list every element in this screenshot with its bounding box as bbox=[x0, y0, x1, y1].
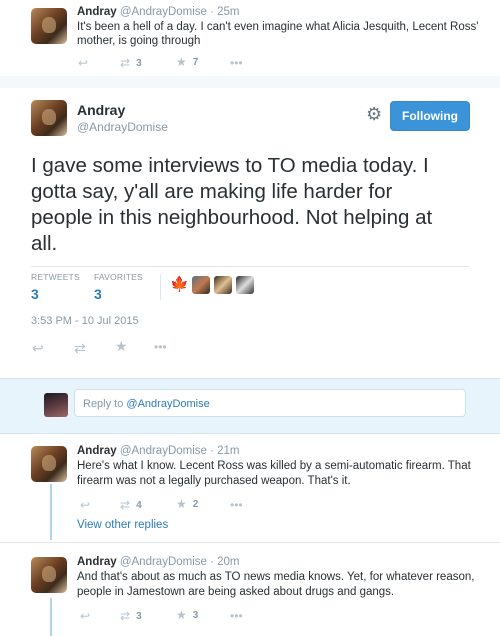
favoriter-avatar[interactable] bbox=[236, 276, 254, 294]
more-button[interactable]: ••• bbox=[230, 498, 243, 512]
settings-gear-icon[interactable]: ⚙ bbox=[366, 104, 382, 125]
tweet-text-line: people in this neighbourhood. Not helpin… bbox=[31, 206, 433, 229]
reply-icon: ↩ bbox=[80, 498, 91, 512]
following-button[interactable]: Following bbox=[390, 101, 470, 131]
author-handle-time[interactable]: @AndrayDomise · 25m bbox=[120, 6, 240, 18]
tweet-text-line: And that's about as much as TO news medi… bbox=[77, 571, 475, 583]
retweet-count: 4 bbox=[136, 499, 142, 511]
retweet-icon: ⇄ bbox=[120, 56, 131, 70]
previous-tweet[interactable]: Andray @AndrayDomise · 25m It's been a h… bbox=[0, 0, 500, 76]
favorites-label: FAVORITES bbox=[94, 272, 143, 282]
retweet-icon: ⇄ bbox=[120, 498, 131, 512]
author-handle-time[interactable]: @AndrayDomise · 21m bbox=[120, 445, 240, 457]
author-name[interactable]: Andray bbox=[77, 445, 117, 457]
more-icon: ••• bbox=[154, 340, 167, 354]
avatar[interactable] bbox=[31, 100, 67, 136]
reply-tweet[interactable]: Andray @AndrayDomise · 21m Here's what I… bbox=[0, 432, 500, 542]
divider bbox=[31, 266, 469, 267]
current-user-avatar bbox=[44, 393, 68, 417]
avatar[interactable] bbox=[31, 557, 67, 593]
author-handle[interactable]: @AndrayDomise bbox=[77, 120, 168, 134]
author-name[interactable]: Andray bbox=[77, 6, 117, 18]
retweet-button[interactable]: ⇄ 4 bbox=[120, 498, 142, 512]
main-tweet: Andray @AndrayDomise ⚙ Following I gave … bbox=[0, 88, 500, 378]
reply-button[interactable]: ↩ bbox=[78, 56, 88, 70]
author-handle-time[interactable]: @AndrayDomise · 20m bbox=[120, 556, 240, 568]
tweet-text-line: people in Jamestown are being asked abou… bbox=[77, 586, 395, 598]
retweet-icon: ⇄ bbox=[120, 609, 131, 623]
favorite-button[interactable]: ★ bbox=[115, 338, 128, 355]
star-icon: ★ bbox=[115, 338, 128, 354]
divider bbox=[0, 76, 500, 88]
reply-prompt: Reply to bbox=[83, 398, 127, 410]
thread-line bbox=[50, 484, 52, 540]
favorite-button[interactable]: ★ 3 bbox=[176, 608, 198, 622]
reply-button[interactable]: ↩ bbox=[80, 609, 90, 623]
tweet-timestamp[interactable]: 3:53 PM - 10 Jul 2015 bbox=[31, 315, 139, 327]
more-button[interactable]: ••• bbox=[230, 56, 243, 70]
reply-icon: ↩ bbox=[78, 56, 89, 70]
retweets-count: 3 bbox=[31, 286, 39, 302]
view-other-replies-link[interactable]: View other replies bbox=[77, 519, 168, 531]
reply-box-section: Reply to @AndrayDomise bbox=[0, 378, 500, 434]
favorite-button[interactable]: ★ 7 bbox=[176, 55, 198, 69]
reply-mention: @AndrayDomise bbox=[126, 398, 210, 410]
reply-button[interactable]: ↩ bbox=[80, 498, 90, 512]
thread-line bbox=[50, 598, 52, 636]
avatar[interactable] bbox=[31, 8, 67, 44]
favorite-count: 7 bbox=[192, 56, 199, 68]
favorite-count: 3 bbox=[192, 609, 199, 621]
star-icon: ★ bbox=[176, 497, 187, 511]
reply-input[interactable]: Reply to @AndrayDomise bbox=[74, 389, 466, 417]
favoriter-avatar-maple-leaf-icon[interactable]: 🍁 bbox=[170, 276, 189, 294]
tweet-text-line: I gave some interviews to TO media today… bbox=[31, 154, 429, 177]
retweets-stat[interactable]: RETWEETS 3 bbox=[31, 272, 80, 302]
reply-button[interactable]: ↩ bbox=[32, 340, 44, 357]
favorites-stat[interactable]: FAVORITES 3 bbox=[94, 272, 143, 302]
more-button[interactable]: ••• bbox=[154, 340, 167, 354]
retweet-button[interactable]: ⇄ 3 bbox=[120, 609, 142, 623]
favorite-button[interactable]: ★ 2 bbox=[176, 497, 198, 511]
more-icon: ••• bbox=[230, 498, 243, 512]
retweets-label: RETWEETS bbox=[31, 272, 80, 282]
reply-icon: ↩ bbox=[32, 340, 44, 356]
retweet-count: 3 bbox=[136, 57, 142, 69]
reply-icon: ↩ bbox=[80, 609, 91, 623]
tweet-text-line: firearm was not a legally purchased weap… bbox=[77, 475, 351, 487]
favoriter-avatar[interactable] bbox=[192, 276, 210, 294]
favorite-count: 2 bbox=[192, 498, 199, 510]
star-icon: ★ bbox=[176, 55, 187, 69]
following-label: Following bbox=[402, 109, 458, 123]
star-icon: ★ bbox=[176, 608, 187, 622]
tweet-text-line: Here's what I know. Lecent Ross was kill… bbox=[77, 460, 471, 472]
tweet-text-line: mother, is going through bbox=[77, 35, 201, 47]
author-name[interactable]: Andray bbox=[77, 102, 125, 118]
more-icon: ••• bbox=[230, 609, 243, 623]
avatar[interactable] bbox=[31, 446, 67, 482]
tweet-text-line: all. bbox=[31, 232, 58, 255]
retweet-button[interactable]: ⇄ bbox=[74, 340, 86, 357]
retweet-icon: ⇄ bbox=[74, 340, 86, 356]
more-button[interactable]: ••• bbox=[230, 609, 243, 623]
tweet-text-line: It's been a hell of a day. I can't even … bbox=[77, 21, 479, 33]
favorites-count: 3 bbox=[94, 286, 102, 302]
reply-tweet[interactable]: Andray @AndrayDomise · 20m And that's ab… bbox=[0, 543, 500, 636]
retweet-button[interactable]: ⇄ 3 bbox=[120, 56, 142, 70]
favoriter-avatar[interactable] bbox=[214, 276, 232, 294]
divider bbox=[160, 274, 161, 300]
more-icon: ••• bbox=[230, 56, 243, 70]
tweet-text-line: gotta say, y'all are making life harder … bbox=[31, 180, 393, 203]
retweet-count: 3 bbox=[136, 610, 142, 622]
author-name[interactable]: Andray bbox=[77, 556, 117, 568]
